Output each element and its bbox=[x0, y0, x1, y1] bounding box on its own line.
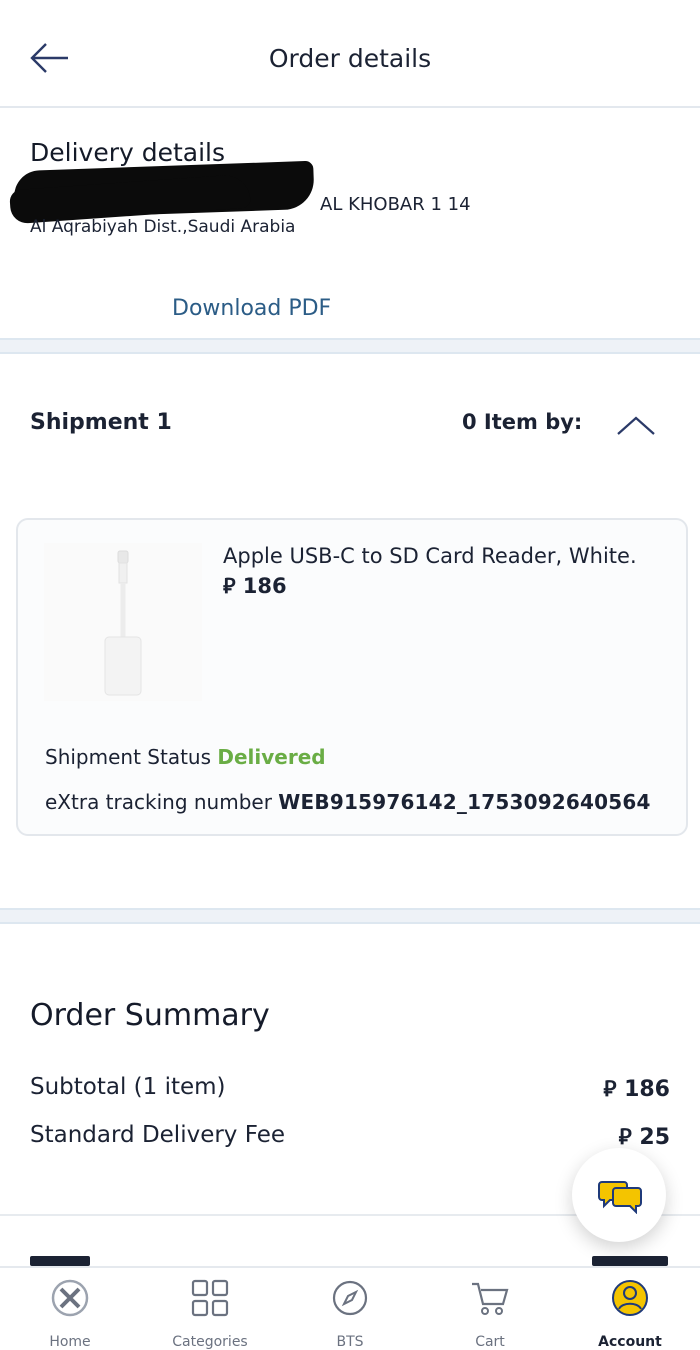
top-bar: Order details bbox=[0, 0, 700, 108]
home-x-icon bbox=[51, 1279, 89, 1317]
tracking-label: eXtra tracking number bbox=[45, 790, 272, 814]
product-price: ⃁ 186 bbox=[223, 574, 287, 598]
shipment-title: Shipment 1 bbox=[30, 410, 172, 435]
nav-label-account: Account bbox=[598, 1334, 662, 1350]
grid-icon bbox=[191, 1279, 229, 1317]
nav-item-home[interactable]: Home bbox=[0, 1268, 140, 1350]
delivery-details-heading: Delivery details bbox=[30, 138, 226, 167]
nav-item-categories[interactable]: Categories bbox=[140, 1268, 280, 1350]
shipment-item-count: 0 Item by: bbox=[462, 410, 583, 434]
product-name[interactable]: Apple USB-C to SD Card Reader, White. bbox=[223, 544, 637, 568]
download-pdf-link[interactable]: Download PDF bbox=[172, 296, 331, 321]
sd-card-reader-image bbox=[104, 550, 142, 696]
nav-item-cart[interactable]: Cart bbox=[420, 1268, 560, 1350]
section-divider bbox=[0, 908, 700, 924]
nav-label-cart: Cart bbox=[475, 1334, 505, 1350]
delivery-fee-label: Standard Delivery Fee bbox=[30, 1122, 285, 1148]
shipment-status-row: Shipment Status Delivered bbox=[45, 745, 326, 769]
total-value-partial bbox=[592, 1256, 668, 1266]
shipment-status-label: Shipment Status bbox=[45, 745, 212, 769]
compass-icon bbox=[332, 1280, 368, 1316]
nav-label-categories: Categories bbox=[172, 1334, 248, 1350]
tracking-number[interactable]: WEB915976142_1753092640564 bbox=[278, 790, 650, 814]
shipment-status-value: Delivered bbox=[217, 745, 326, 769]
chevron-up-icon[interactable] bbox=[614, 410, 658, 440]
nav-label-bts: BTS bbox=[336, 1334, 364, 1350]
tracking-row: eXtra tracking number WEB915976142_17530… bbox=[45, 790, 651, 814]
section-divider bbox=[0, 338, 700, 354]
nav-item-account[interactable]: Account bbox=[560, 1268, 700, 1350]
subtotal-label: Subtotal (1 item) bbox=[30, 1074, 226, 1100]
account-icon bbox=[612, 1280, 648, 1316]
nav-item-bts[interactable]: BTS bbox=[280, 1268, 420, 1350]
address-line-2: Al Aqrabiyah Dist.,Saudi Arabia bbox=[30, 217, 296, 237]
order-summary-title: Order Summary bbox=[30, 998, 270, 1033]
chat-icon bbox=[598, 1181, 642, 1214]
bottom-nav: Home Categories BTS Cart Account bbox=[0, 1266, 700, 1350]
cart-icon bbox=[472, 1282, 509, 1315]
subtotal-value: ⃁ 186 bbox=[603, 1077, 670, 1102]
product-image[interactable] bbox=[44, 543, 202, 701]
total-label-partial bbox=[30, 1256, 90, 1266]
page-title: Order details bbox=[268, 44, 432, 73]
delivery-fee-value: ⃁ 25 bbox=[618, 1125, 670, 1150]
nav-label-home: Home bbox=[49, 1334, 91, 1350]
address-line-1: AL KHOBAR 1 14 bbox=[320, 194, 471, 215]
